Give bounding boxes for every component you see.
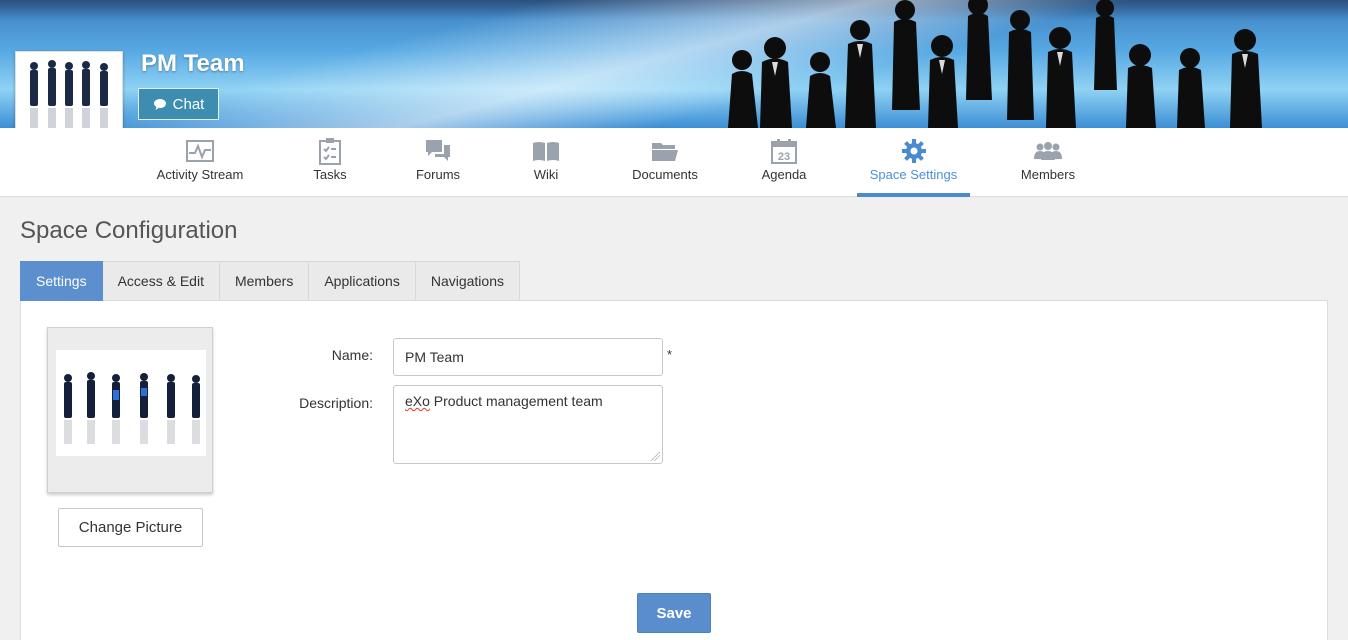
nav-wiki[interactable]: Wiki (526, 128, 566, 197)
save-button[interactable]: Save (637, 593, 711, 633)
forums-icon (426, 140, 450, 161)
members-icon (1034, 142, 1062, 160)
space-picture-frame (47, 327, 213, 493)
banner-crowd-silhouettes (728, 0, 1262, 128)
nav-label: Documents (632, 167, 698, 182)
nav-tasks[interactable]: Tasks (305, 128, 355, 197)
tab-settings[interactable]: Settings (20, 261, 103, 301)
description-misspelled-word: eXo (405, 393, 430, 409)
nav-label: Forums (415, 167, 461, 182)
nav-label: Agenda (761, 167, 807, 182)
tab-members[interactable]: Members (219, 261, 310, 301)
nav-activity-stream[interactable]: Activity Stream (150, 128, 250, 197)
description-text: Product management team (429, 393, 603, 409)
tasks-icon (319, 138, 341, 165)
agenda-icon: 23 (771, 139, 797, 164)
tab-navigations[interactable]: Navigations (415, 261, 520, 301)
space-navigation-bar: Activity Stream Tasks Forums Wiki Docume… (0, 128, 1348, 197)
tab-applications[interactable]: Applications (309, 261, 416, 301)
nav-members[interactable]: Members (1017, 128, 1079, 197)
nav-label: Members (1020, 167, 1076, 182)
description-textarea[interactable]: eXo Product management team (393, 385, 663, 464)
nav-agenda[interactable]: 23 Agenda (756, 128, 812, 197)
documents-icon (652, 143, 678, 161)
description-label: Description: (299, 395, 373, 411)
nav-label: Activity Stream (156, 167, 244, 182)
required-marker: * (667, 347, 673, 362)
nav-space-settings[interactable]: Space Settings (857, 128, 970, 197)
nav-label: Tasks (313, 167, 347, 182)
config-tabs: Settings Access & Edit Members Applicati… (20, 261, 520, 301)
activity-stream-icon (186, 140, 214, 162)
page-title: Space Configuration (20, 217, 238, 244)
nav-label: Wiki (533, 167, 559, 182)
settings-panel (20, 300, 1328, 640)
agenda-icon-date: 23 (778, 151, 790, 163)
nav-forums[interactable]: Forums (408, 128, 468, 197)
textarea-resize-handle[interactable] (651, 452, 660, 461)
chat-bubble-icon (153, 98, 166, 110)
name-label: Name: (331, 347, 373, 363)
space-title: PM Team (141, 50, 245, 77)
space-picture (56, 350, 206, 456)
wiki-icon (533, 142, 559, 161)
nav-label: Space Settings (869, 167, 958, 182)
nav-documents[interactable]: Documents (625, 128, 705, 197)
tab-access-edit[interactable]: Access & Edit (102, 261, 220, 301)
gear-icon (901, 139, 926, 163)
change-picture-button[interactable]: Change Picture (58, 508, 203, 547)
name-input[interactable]: PM Team (393, 338, 663, 376)
chat-button[interactable]: Chat (138, 88, 219, 120)
chat-button-label: Chat (172, 95, 205, 113)
